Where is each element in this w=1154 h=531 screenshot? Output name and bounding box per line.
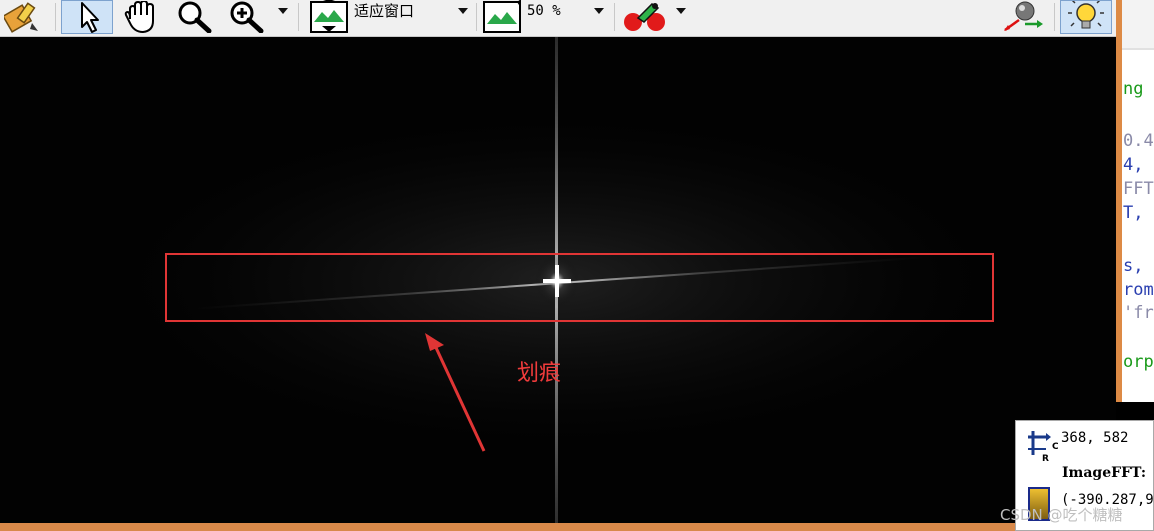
- svg-text:R: R: [1042, 454, 1049, 463]
- code-line: rom: [1123, 280, 1154, 300]
- code-line: FFT: [1123, 179, 1154, 199]
- pan-tool-button[interactable]: [116, 0, 168, 34]
- watermark: CSDN @吃个糖糖: [1000, 506, 1123, 524]
- sphere-axes-icon: [1004, 1, 1043, 32]
- code-editor-panel[interactable]: ng 0.4 4, FFT T, s, rom 'fr orp: [1116, 0, 1154, 402]
- zoom-in-icon: [230, 1, 264, 33]
- zoom-in-dropdown[interactable]: [276, 0, 290, 34]
- image-name-label: ImageFFT:: [1062, 465, 1147, 481]
- magnifier-icon: [178, 1, 212, 33]
- svg-text:C: C: [1052, 442, 1058, 452]
- lightbulb-icon: [1068, 1, 1104, 29]
- pointer-tool-button[interactable]: [61, 0, 113, 34]
- canvas-bottom-border: [0, 523, 1116, 531]
- code-line: 'fr: [1123, 303, 1154, 323]
- zoom-percent-label: 50 %: [527, 3, 561, 19]
- fit-image-icon: [310, 0, 348, 33]
- chevron-down-icon: [676, 8, 686, 14]
- color-tool-dropdown[interactable]: [674, 0, 688, 34]
- chevron-down-icon: [594, 8, 604, 14]
- code-line: T,: [1123, 203, 1144, 223]
- color-tool-button[interactable]: [620, 0, 670, 34]
- code-line: orp: [1123, 352, 1154, 372]
- draw-tool-button[interactable]: [0, 0, 48, 34]
- fit-window-icon-button[interactable]: [306, 0, 352, 34]
- scratch-annotation-label: 划痕: [517, 361, 562, 386]
- pixel-coordinates: 368, 582: [1061, 430, 1129, 446]
- zoom-tool-button[interactable]: [170, 0, 220, 34]
- zoom-in-button[interactable]: [222, 0, 272, 34]
- toolbar-separator: [476, 3, 477, 31]
- zoom-image-icon: [483, 0, 521, 33]
- zoom-fit-dropdown[interactable]: [456, 0, 470, 34]
- scratch-annotation-box: [165, 253, 994, 322]
- toolbar-separator: [298, 3, 299, 31]
- zoom-percent-dropdown[interactable]: [592, 0, 606, 34]
- code-line: 4,: [1123, 155, 1144, 175]
- chevron-down-icon: [278, 8, 288, 14]
- coordinate-icon: R C: [1028, 431, 1058, 463]
- code-panel-header: [1122, 0, 1154, 50]
- chevron-down-icon: [458, 8, 468, 14]
- 3d-view-button[interactable]: [1000, 0, 1046, 34]
- toolbar-separator: [1054, 3, 1055, 31]
- pencil-icon: [4, 2, 38, 33]
- zoom-fit-label: 适应窗口: [354, 2, 415, 20]
- image-toolbar: 适应窗口 50 %: [0, 0, 1116, 37]
- pointer-arrow-icon: [81, 2, 99, 33]
- code-line: s,: [1123, 256, 1144, 276]
- zoom-percent-icon-button[interactable]: [480, 0, 524, 34]
- hint-toggle-button[interactable]: [1060, 0, 1112, 34]
- toolbar-separator: [55, 3, 56, 31]
- code-line: ng: [1123, 79, 1144, 99]
- toolbar-separator: [614, 3, 615, 31]
- hand-icon: [124, 1, 154, 33]
- code-line: 0.4: [1123, 131, 1154, 151]
- color-dropper-icon: [624, 3, 665, 31]
